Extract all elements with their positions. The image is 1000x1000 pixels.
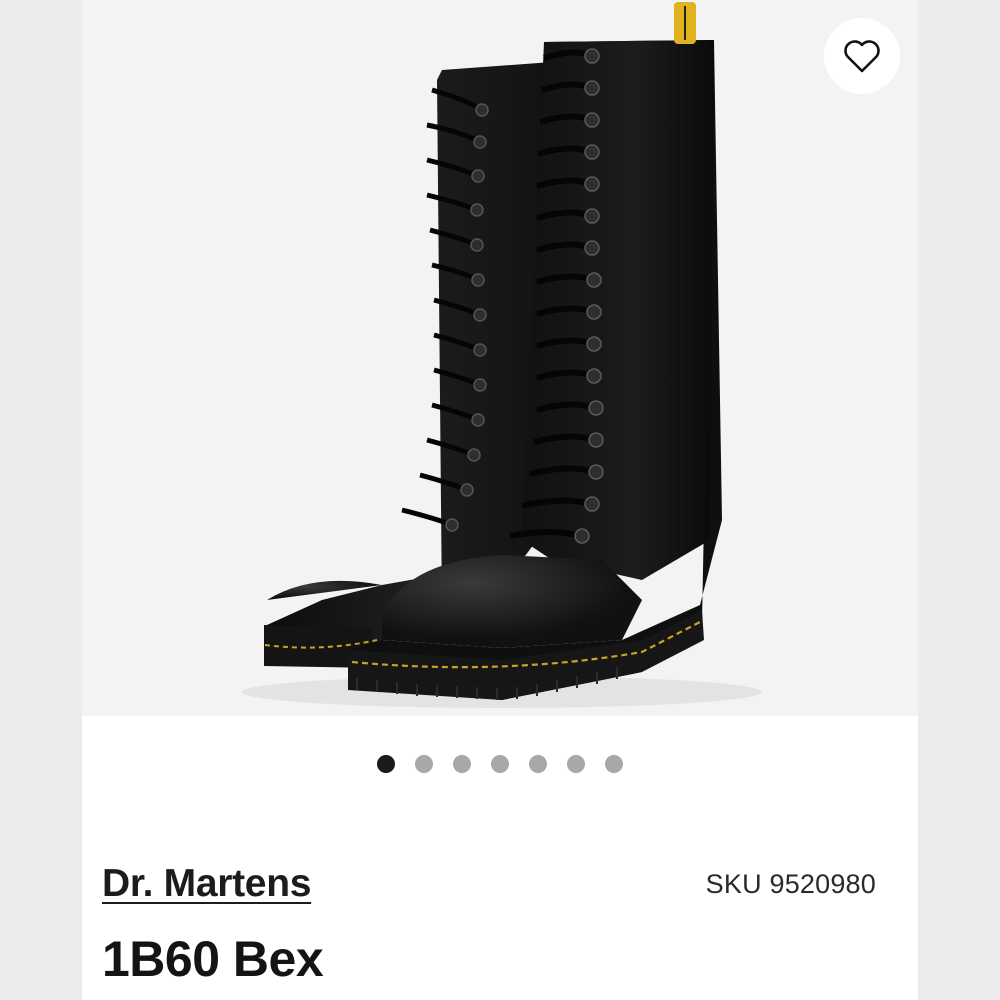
carousel-dot[interactable] <box>529 755 547 773</box>
carousel-indicators <box>82 752 918 776</box>
sku-label: SKU 9520980 <box>705 869 876 899</box>
carousel-dot[interactable] <box>415 755 433 773</box>
carousel-dot[interactable] <box>567 755 585 773</box>
left-backdrop <box>0 0 82 1000</box>
product-image <box>242 2 762 708</box>
carousel-dot[interactable] <box>377 755 395 773</box>
product-gallery[interactable] <box>82 0 918 716</box>
product-name: 1B60 Bex <box>102 931 324 987</box>
carousel-dot[interactable] <box>491 755 509 773</box>
product-card: Dr. Martens SKU 9520980 1B60 Bex <box>82 0 918 1000</box>
brand-link[interactable]: Dr. Martens <box>102 862 311 906</box>
carousel-dot[interactable] <box>453 755 471 773</box>
right-backdrop <box>918 0 1000 1000</box>
favorite-button[interactable] <box>824 18 900 94</box>
heart-outline-icon <box>844 40 880 73</box>
carousel-dot[interactable] <box>605 755 623 773</box>
